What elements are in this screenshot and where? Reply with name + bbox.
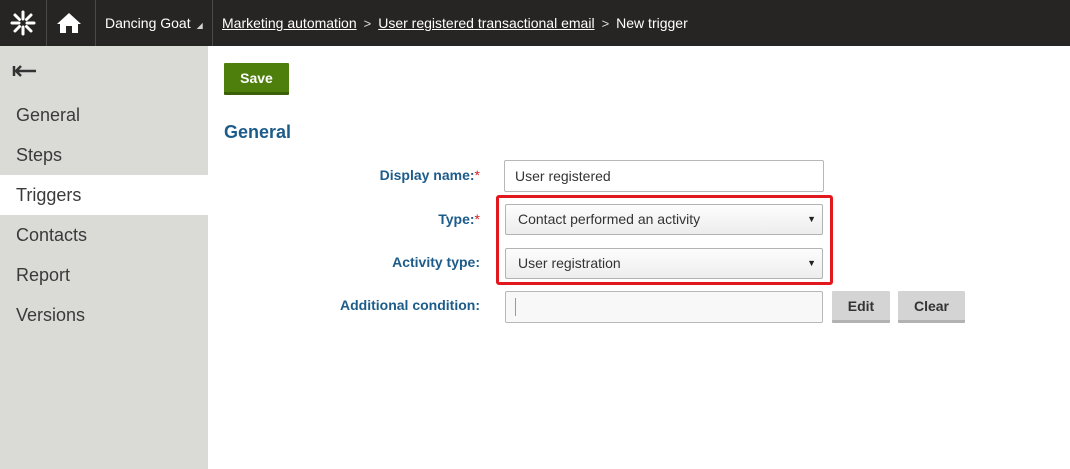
save-button[interactable]: Save xyxy=(224,63,289,95)
sidebar: General Steps Triggers Contacts Report V… xyxy=(0,46,208,469)
sidebar-item-general[interactable]: General xyxy=(0,95,208,135)
site-selector[interactable]: Dancing Goat ◢ xyxy=(96,0,203,46)
app-logo-icon[interactable] xyxy=(0,0,46,46)
divider xyxy=(212,0,213,46)
display-name-label-text: Display name: xyxy=(379,167,475,183)
breadcrumb-process[interactable]: User registered transactional email xyxy=(378,15,594,31)
breadcrumb: Marketing automation > User registered t… xyxy=(222,0,688,46)
edit-button[interactable]: Edit xyxy=(832,291,890,323)
text-cursor xyxy=(515,298,516,316)
type-label: Type:* xyxy=(438,211,480,227)
additional-condition-label-text: Additional condition: xyxy=(340,297,480,313)
breadcrumb-marketing-automation[interactable]: Marketing automation xyxy=(222,15,357,31)
clear-button[interactable]: Clear xyxy=(898,291,965,323)
required-mark: * xyxy=(474,167,480,183)
highlight-box xyxy=(496,195,833,285)
activity-type-label: Activity type: xyxy=(392,254,480,270)
caret-down-icon: ◢ xyxy=(196,21,203,30)
sidebar-item-report[interactable]: Report xyxy=(0,255,208,295)
required-mark: * xyxy=(474,211,480,227)
chevron-right-icon: > xyxy=(363,15,372,31)
additional-condition-label: Additional condition: xyxy=(340,297,480,313)
activity-type-label-text: Activity type: xyxy=(392,254,480,270)
breadcrumb-current: New trigger xyxy=(616,15,688,31)
display-name-label: Display name:* xyxy=(380,167,480,183)
sidebar-nav: General Steps Triggers Contacts Report V… xyxy=(0,95,208,335)
sidebar-item-triggers[interactable]: Triggers xyxy=(0,175,208,215)
chevron-right-icon: > xyxy=(601,15,610,31)
sidebar-item-steps[interactable]: Steps xyxy=(0,135,208,175)
top-bar: Dancing Goat ◢ Marketing automation > Us… xyxy=(0,0,1070,46)
sidebar-item-contacts[interactable]: Contacts xyxy=(0,215,208,255)
back-arrow-icon[interactable] xyxy=(12,60,40,82)
site-name: Dancing Goat xyxy=(105,15,191,31)
sidebar-item-versions[interactable]: Versions xyxy=(0,295,208,335)
display-name-input[interactable]: User registered xyxy=(504,160,824,192)
home-icon[interactable] xyxy=(46,0,92,46)
section-title: General xyxy=(224,122,292,142)
type-label-text: Type: xyxy=(438,211,475,227)
additional-condition-input[interactable] xyxy=(505,291,823,323)
